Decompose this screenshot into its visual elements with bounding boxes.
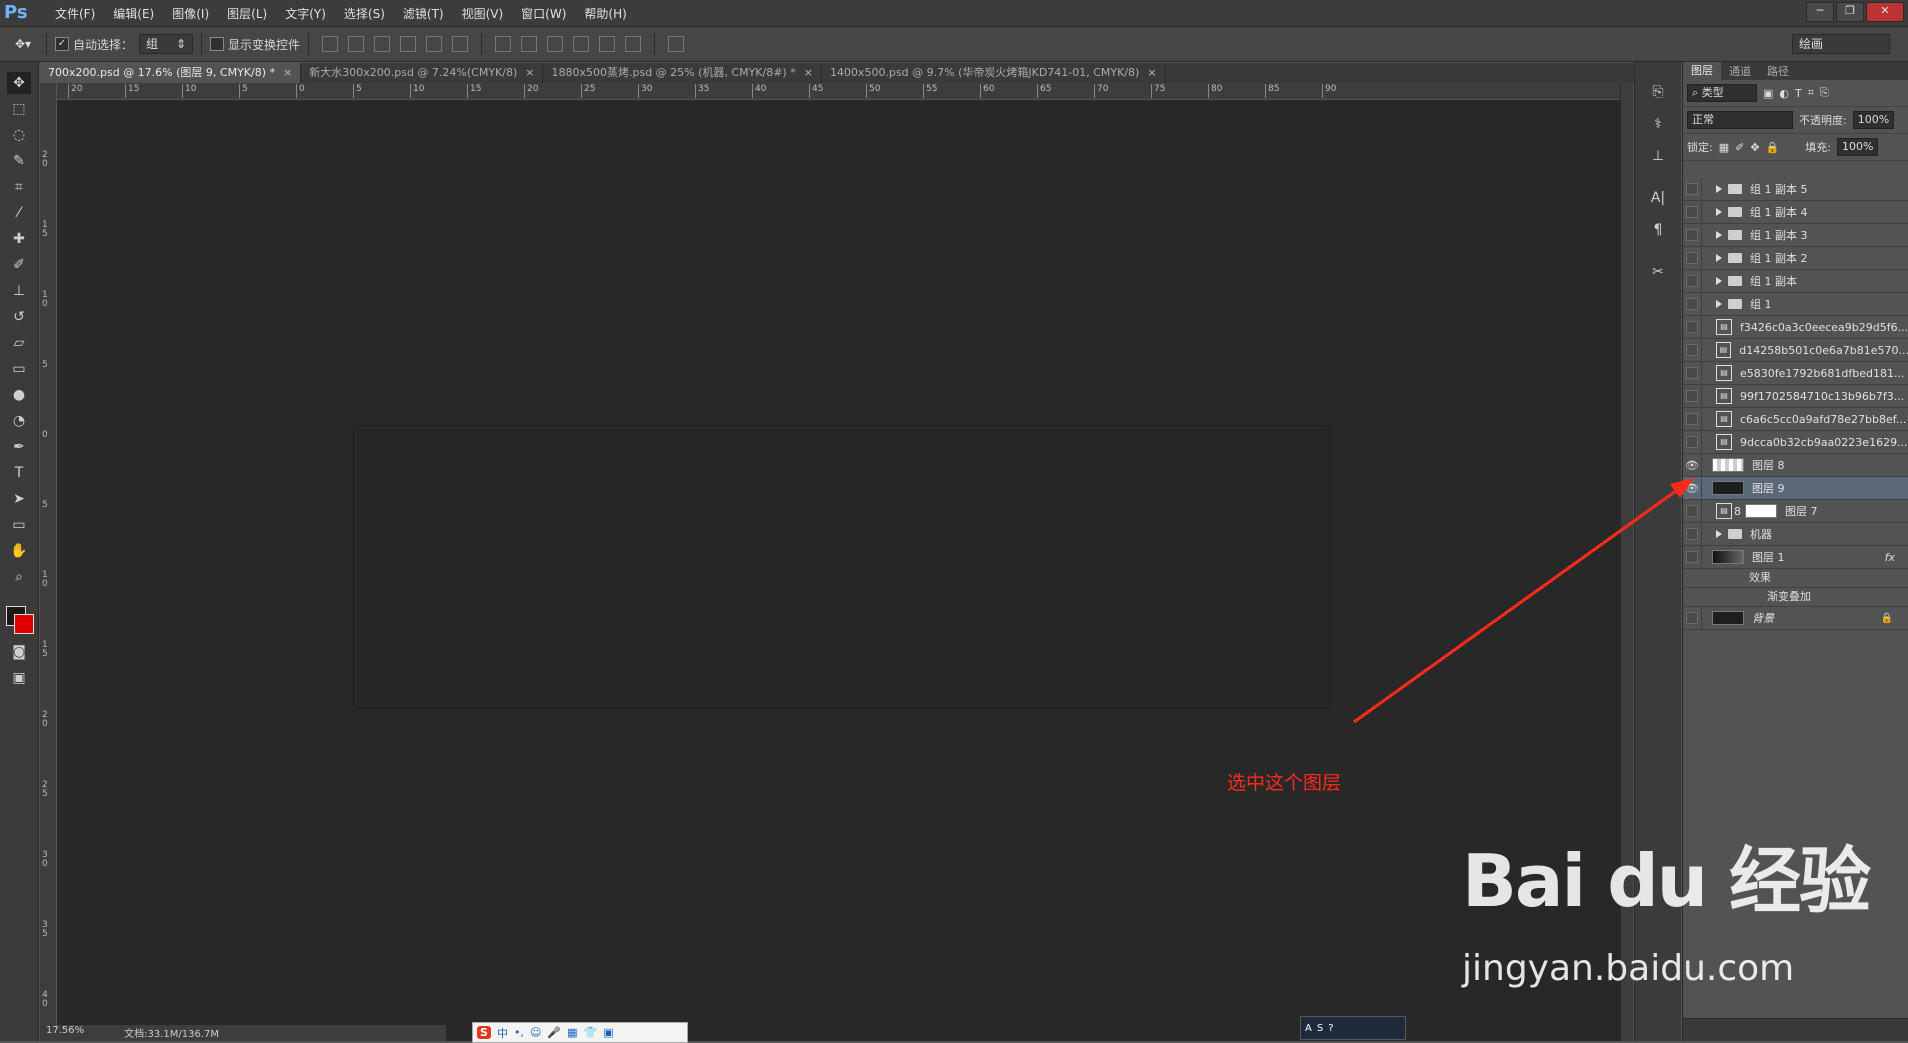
watermark-url: jingyan.baidu.com bbox=[1462, 948, 1795, 989]
baidu-jingyan-watermark: Bai du 经验 bbox=[1462, 839, 1871, 923]
annotation-text: 选中这个图层 bbox=[1227, 772, 1342, 794]
